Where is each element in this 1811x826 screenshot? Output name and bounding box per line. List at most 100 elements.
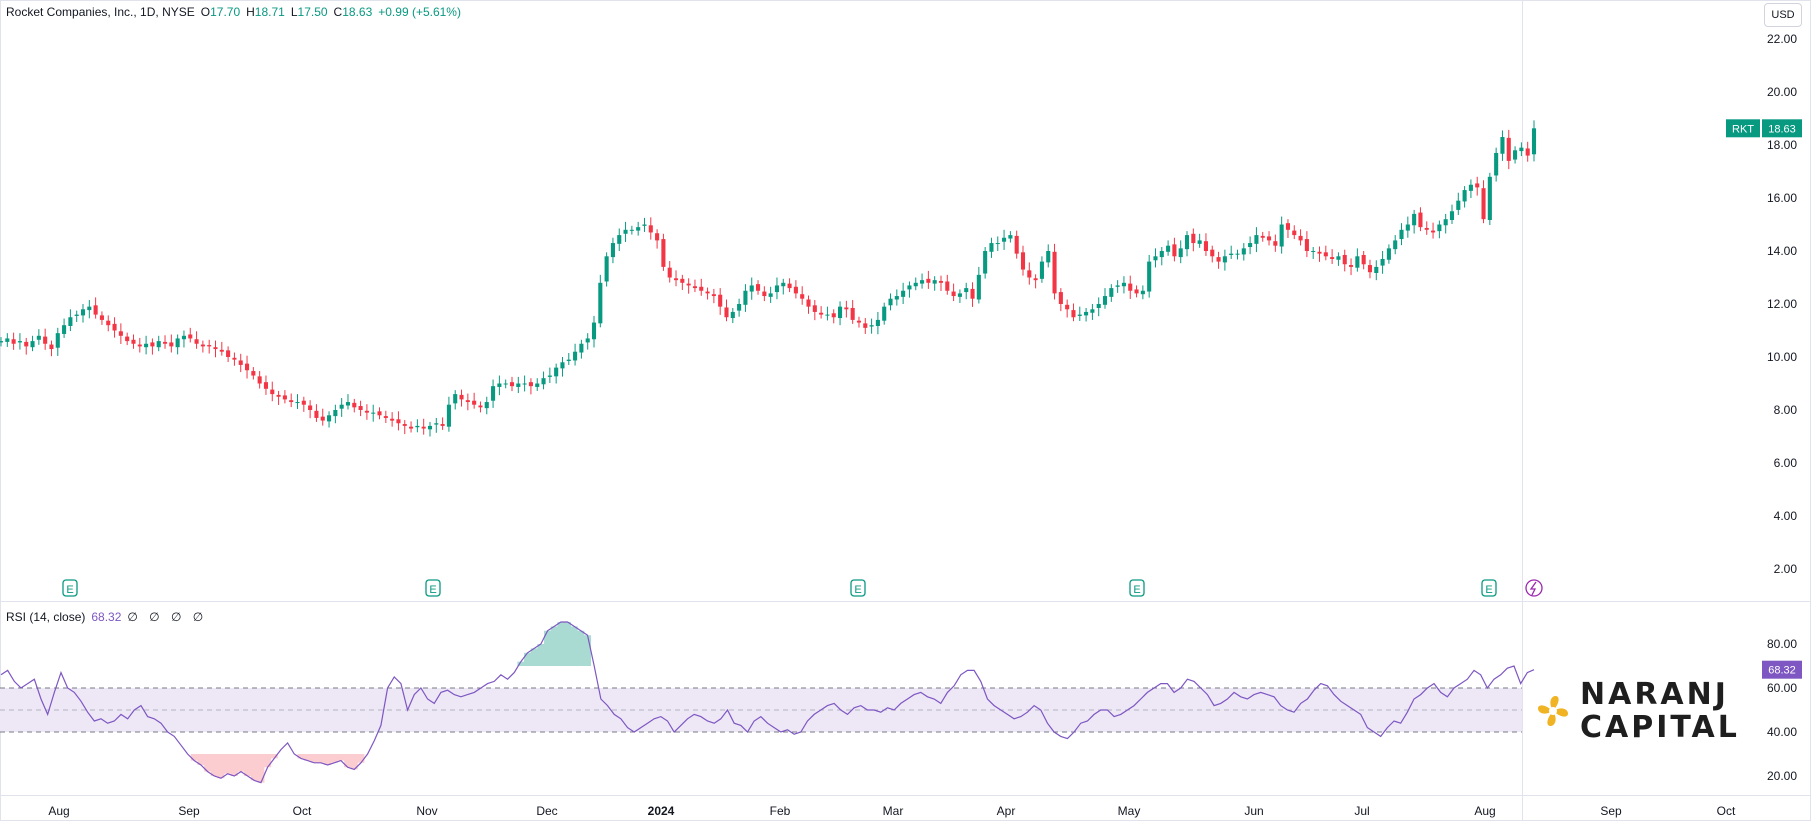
candle-body [1355, 256, 1360, 268]
candle-body [99, 315, 104, 320]
candle-body [1500, 137, 1505, 154]
candle-body [554, 367, 559, 377]
candle-body [1071, 310, 1076, 318]
close-value: 18.63 [342, 5, 373, 19]
candle-body [434, 423, 439, 425]
candle-body [976, 274, 981, 300]
time-axis-tick: Jul [1354, 804, 1369, 818]
candle-body [396, 419, 401, 424]
candle-body [0, 341, 4, 343]
candle-body [1462, 190, 1467, 202]
candle-body [1134, 289, 1139, 294]
candle-body [144, 343, 149, 348]
candle-body [232, 357, 237, 360]
candle-body [1494, 152, 1499, 176]
time-axis-tick: Nov [416, 804, 437, 818]
candle-body [207, 345, 212, 347]
candle-body [800, 294, 805, 299]
candle-body [1317, 251, 1322, 254]
candle-body [793, 286, 798, 294]
candle-body [301, 400, 306, 405]
candle-body [257, 376, 262, 384]
dividend-marker-icon[interactable] [1525, 579, 1543, 597]
candle-body [1159, 251, 1164, 258]
candle-body [421, 426, 426, 429]
candle-body [484, 402, 489, 409]
candle-body [535, 383, 540, 387]
candle-body [1519, 147, 1524, 152]
candle-body [1349, 265, 1354, 267]
candle-body [358, 406, 363, 410]
candle-body [446, 404, 451, 427]
rsi-title[interactable]: RSI (14, close) [6, 610, 85, 624]
candle-body [175, 338, 180, 348]
candle-body [80, 309, 86, 316]
candle-body [345, 402, 351, 406]
candle-body [314, 410, 319, 418]
candle-body [1285, 223, 1291, 230]
candle-body [1039, 261, 1044, 279]
candle-body [850, 307, 855, 320]
candle-body [869, 325, 874, 327]
candle-body [1109, 288, 1114, 297]
candle-body [49, 344, 54, 350]
flower-logo-icon [1537, 695, 1569, 727]
candle-body [781, 282, 786, 287]
candle-body [1506, 137, 1511, 161]
candle-body [1393, 240, 1398, 250]
candle-body [642, 224, 647, 226]
candle-body [926, 278, 931, 283]
candle-body [509, 382, 515, 387]
candle-body [1184, 235, 1190, 250]
candle-body [497, 383, 502, 387]
candle-body [730, 311, 735, 319]
candle-body [1065, 304, 1070, 310]
candle-body [1033, 278, 1038, 281]
candle-body [226, 350, 231, 357]
candle-body [1437, 224, 1442, 232]
candle-body [282, 395, 287, 400]
rsi-axis-tick: 20.00 [1767, 769, 1797, 783]
candle-body [604, 256, 609, 282]
time-axis-tick: May [1118, 804, 1141, 818]
candle-body [1424, 227, 1429, 230]
candle-body [598, 282, 603, 324]
currency-button[interactable]: USD [1764, 3, 1802, 27]
candle-body [1102, 296, 1108, 305]
candle-body [251, 371, 256, 376]
candle-body [699, 286, 704, 291]
price-axis-tick: 16.00 [1767, 191, 1797, 205]
candle-body [453, 394, 458, 404]
candle-body [1531, 128, 1537, 155]
price-axis-tick: 4.00 [1774, 509, 1798, 523]
candle-body [137, 344, 142, 347]
rsi-legend: RSI (14, close) 68.32 ∅ ∅ ∅ ∅ [6, 610, 207, 624]
candle-body [806, 299, 811, 307]
candle-body [1330, 257, 1335, 259]
candle-body [1140, 290, 1145, 295]
candle-body [1336, 256, 1341, 260]
candle-body [1304, 239, 1309, 251]
price-tag-ticker: RKT [1732, 123, 1754, 135]
price-axis-tick: 14.00 [1767, 244, 1797, 258]
change-value: +0.99 (+5.61%) [378, 5, 461, 19]
candle-body [1367, 265, 1373, 273]
candle-body [62, 325, 67, 334]
symbol-legend: Rocket Companies, Inc., 1D, NYSE O17.70 H1… [6, 5, 467, 19]
candle-body [983, 251, 988, 274]
candle-body [522, 383, 527, 385]
time-axis-tick: 2024 [648, 804, 675, 818]
price-axis-tick: 12.00 [1767, 297, 1797, 311]
candle-body [819, 312, 824, 315]
candle-body [402, 424, 407, 426]
candle-body [156, 341, 161, 348]
candle-body [43, 336, 48, 344]
candle-body [1058, 292, 1063, 304]
candle-body [112, 323, 117, 331]
symbol-title[interactable]: Rocket Companies, Inc., 1D, NYSE [6, 5, 195, 19]
rsi-legend-value: 68.32 [91, 610, 122, 624]
candle-body [1323, 252, 1328, 257]
price-axis-tick: 20.00 [1767, 85, 1797, 99]
candle-body [1449, 211, 1455, 220]
price-axis-tick: 2.00 [1774, 562, 1798, 576]
